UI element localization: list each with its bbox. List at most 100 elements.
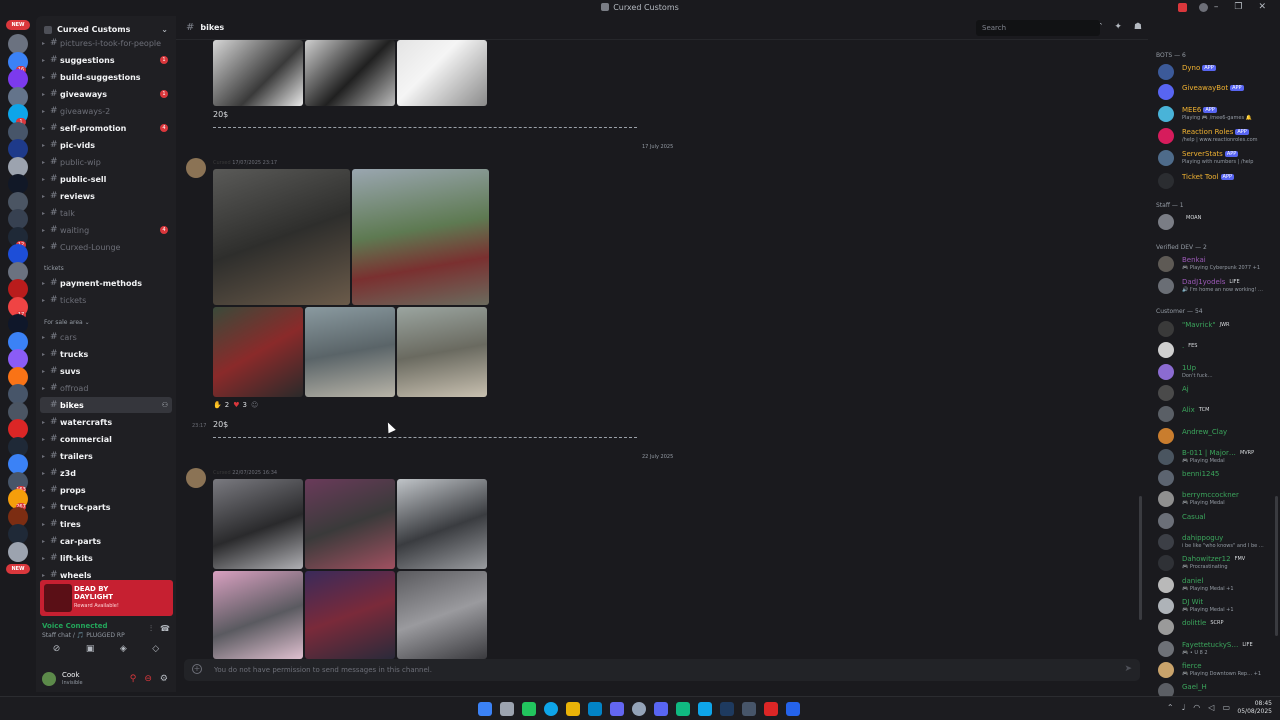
bike-image[interactable] bbox=[397, 40, 487, 106]
minimize-button[interactable]: – bbox=[1214, 2, 1219, 12]
channel-Curxed-Lounge[interactable]: ▸ # Curxed-Lounge bbox=[40, 239, 172, 255]
folder-icon[interactable] bbox=[566, 702, 580, 716]
close-button[interactable]: ✕ bbox=[1258, 2, 1266, 12]
inbox-icon[interactable] bbox=[1178, 3, 1187, 12]
member-item[interactable]: . FES bbox=[1158, 340, 1280, 360]
vscode-icon[interactable] bbox=[786, 702, 800, 716]
channel-commercial[interactable]: ▸ # commercial bbox=[40, 431, 172, 447]
channel-suvs[interactable]: ▸ # suvs bbox=[40, 363, 172, 379]
help-icon[interactable] bbox=[1199, 3, 1208, 12]
channel-offroad[interactable]: ▸ # offroad bbox=[40, 380, 172, 396]
search-input[interactable]: Search bbox=[976, 20, 1100, 36]
discord-icon[interactable] bbox=[654, 702, 668, 716]
member-item[interactable]: daniel 🎮 Playing Medal +1 bbox=[1158, 575, 1280, 595]
member-item[interactable]: Andrew_Clay bbox=[1158, 426, 1280, 446]
member-item[interactable]: "Mavrick" JWR bbox=[1158, 319, 1280, 339]
member-item[interactable]: ServerStats APP Playing with numbers | /he… bbox=[1158, 148, 1280, 168]
member-item[interactable]: Dahowitzer12 FMV 🎮 Procrastinating bbox=[1158, 553, 1280, 573]
member-list-icon[interactable]: ☗ bbox=[1134, 22, 1142, 32]
channel-watercrafts[interactable]: ▸ # watercrafts bbox=[40, 414, 172, 430]
bike-image[interactable] bbox=[352, 169, 489, 305]
start-icon[interactable] bbox=[478, 702, 492, 716]
gear-icon[interactable]: ⚙ bbox=[160, 674, 168, 684]
channel-z3d[interactable]: ▸ # z3d bbox=[40, 465, 172, 481]
soundboard-icon[interactable]: ◇ bbox=[152, 644, 159, 654]
mic-icon[interactable]: ♩ bbox=[1182, 703, 1186, 712]
channel-tickets[interactable]: ▸ # tickets bbox=[40, 292, 172, 308]
disconnect-icon[interactable]: ☎ bbox=[160, 624, 170, 634]
bike-image[interactable] bbox=[397, 571, 487, 659]
member-item[interactable]: FayettetuckyS… LIFE 🎮 • U 8 2 bbox=[1158, 639, 1280, 659]
member-item[interactable]: Casual bbox=[1158, 511, 1280, 531]
mic-muted-icon[interactable]: ⚲ bbox=[130, 674, 137, 684]
bike-image[interactable] bbox=[397, 479, 487, 569]
chevron-up-icon[interactable]: ⌃ bbox=[1167, 703, 1174, 712]
spreadsheet-icon[interactable] bbox=[522, 702, 536, 716]
bike-image[interactable] bbox=[213, 479, 303, 569]
channel-payment-methods[interactable]: ▸ # payment-methods bbox=[40, 275, 172, 291]
member-item[interactable]: MEE6 APP Playing 🎮 /mee6-games 🔔 bbox=[1158, 104, 1280, 124]
channel-giveaways[interactable]: ▸ # giveaways 1 bbox=[40, 86, 172, 102]
avatar[interactable] bbox=[186, 158, 206, 178]
app-icon[interactable] bbox=[676, 702, 690, 716]
battery-icon[interactable]: ▭ bbox=[1222, 703, 1230, 712]
member-item[interactable]: fierce 🎮 Playing Downtown Rep… +1 bbox=[1158, 660, 1280, 680]
channel-build-suggestions[interactable]: ▸ # build-suggestions bbox=[40, 69, 172, 85]
member-item[interactable]: Dyno APP bbox=[1158, 62, 1280, 82]
avatar[interactable] bbox=[186, 468, 206, 488]
channel-talk[interactable]: ▸ # talk bbox=[40, 205, 172, 221]
bike-image[interactable] bbox=[305, 40, 395, 106]
channel-truck-parts[interactable]: ▸ # truck-parts bbox=[40, 499, 172, 515]
steam-icon[interactable] bbox=[720, 702, 734, 716]
pin-icon[interactable]: ✦ bbox=[1114, 22, 1122, 32]
bike-image[interactable] bbox=[397, 307, 487, 397]
category-for-sale[interactable]: For sale area ⌄ bbox=[44, 319, 90, 326]
screen-share-icon[interactable]: ▣ bbox=[86, 644, 95, 654]
bike-image[interactable] bbox=[305, 479, 395, 569]
chat-scrollbar[interactable] bbox=[1139, 496, 1142, 620]
app-icon[interactable] bbox=[698, 702, 712, 716]
volume-icon[interactable]: ◁ bbox=[1208, 703, 1214, 712]
channel-car-parts[interactable]: ▸ # car-parts bbox=[40, 533, 172, 549]
member-item[interactable]: dolittle SCRP bbox=[1158, 617, 1280, 637]
channel-suggestions[interactable]: ▸ # suggestions 1 bbox=[40, 52, 172, 68]
channel-lift-kits[interactable]: ▸ # lift-kits bbox=[40, 550, 172, 566]
task-view-icon[interactable] bbox=[500, 702, 514, 716]
channel-public-wip[interactable]: ▸ # public-wip bbox=[40, 154, 172, 170]
channel-giveaways-2[interactable]: ▸ # giveaways-2 bbox=[40, 103, 172, 119]
member-item[interactable]: Alix TCM bbox=[1158, 404, 1280, 424]
member-item[interactable]: Aj bbox=[1158, 383, 1280, 403]
channel-bikes[interactable]: # bikes ⚇ bbox=[40, 397, 172, 413]
chevron-down-icon[interactable]: ⌄ bbox=[161, 25, 168, 34]
channel-pic-vids[interactable]: ▸ # pic-vids bbox=[40, 137, 172, 153]
member-item[interactable]: dahippoguy i be like "who knows" and I be… bbox=[1158, 532, 1280, 552]
camera-off-icon[interactable]: ⊘ bbox=[53, 644, 61, 654]
teams-icon[interactable] bbox=[610, 702, 624, 716]
channel-tires[interactable]: ▸ # tires bbox=[40, 516, 172, 532]
bike-image[interactable] bbox=[305, 571, 395, 659]
add-user-icon[interactable]: ⚇ bbox=[162, 401, 168, 409]
maximize-button[interactable]: ❐ bbox=[1234, 2, 1242, 12]
channel-props[interactable]: ▸ # props bbox=[40, 482, 172, 498]
avatar[interactable] bbox=[42, 672, 56, 686]
member-item[interactable]: 1Up Don't fuck… bbox=[1158, 362, 1280, 382]
bike-image[interactable] bbox=[213, 40, 303, 106]
reaction[interactable]: ♥ 3 bbox=[233, 401, 247, 409]
deafen-icon[interactable]: ⊖ bbox=[144, 674, 152, 684]
promo-banner[interactable]: DEAD BY DAYLIGHT Reward Available! bbox=[40, 580, 173, 616]
clock[interactable]: 08:45 05/08/2025 bbox=[1237, 700, 1272, 716]
bike-image[interactable] bbox=[213, 307, 303, 397]
channel-trucks[interactable]: ▸ # trucks bbox=[40, 346, 172, 362]
browser-icon[interactable] bbox=[544, 702, 558, 716]
member-item[interactable]: DJ Wit 🎮 Playing Medal +1 bbox=[1158, 596, 1280, 616]
bike-image[interactable] bbox=[305, 307, 395, 397]
voice-status[interactable]: Voice Connected bbox=[42, 622, 108, 630]
channel-reviews[interactable]: ▸ # reviews bbox=[40, 188, 172, 204]
member-item[interactable]: Reaction Roles APP/help | www.reactionrol… bbox=[1158, 126, 1280, 146]
category-tickets[interactable]: tickets bbox=[44, 265, 64, 272]
channel-self-promotion[interactable]: ▸ # self-promotion 4 bbox=[40, 120, 172, 136]
member-item[interactable]: DadJ1yodels LIFE 🔊 I'm home an now working… bbox=[1158, 276, 1280, 296]
channel-cars[interactable]: ▸ # cars bbox=[40, 329, 172, 345]
member-item[interactable]: GiveawayBot APP bbox=[1158, 82, 1280, 102]
add-reaction-icon[interactable]: ☺ bbox=[251, 401, 258, 409]
